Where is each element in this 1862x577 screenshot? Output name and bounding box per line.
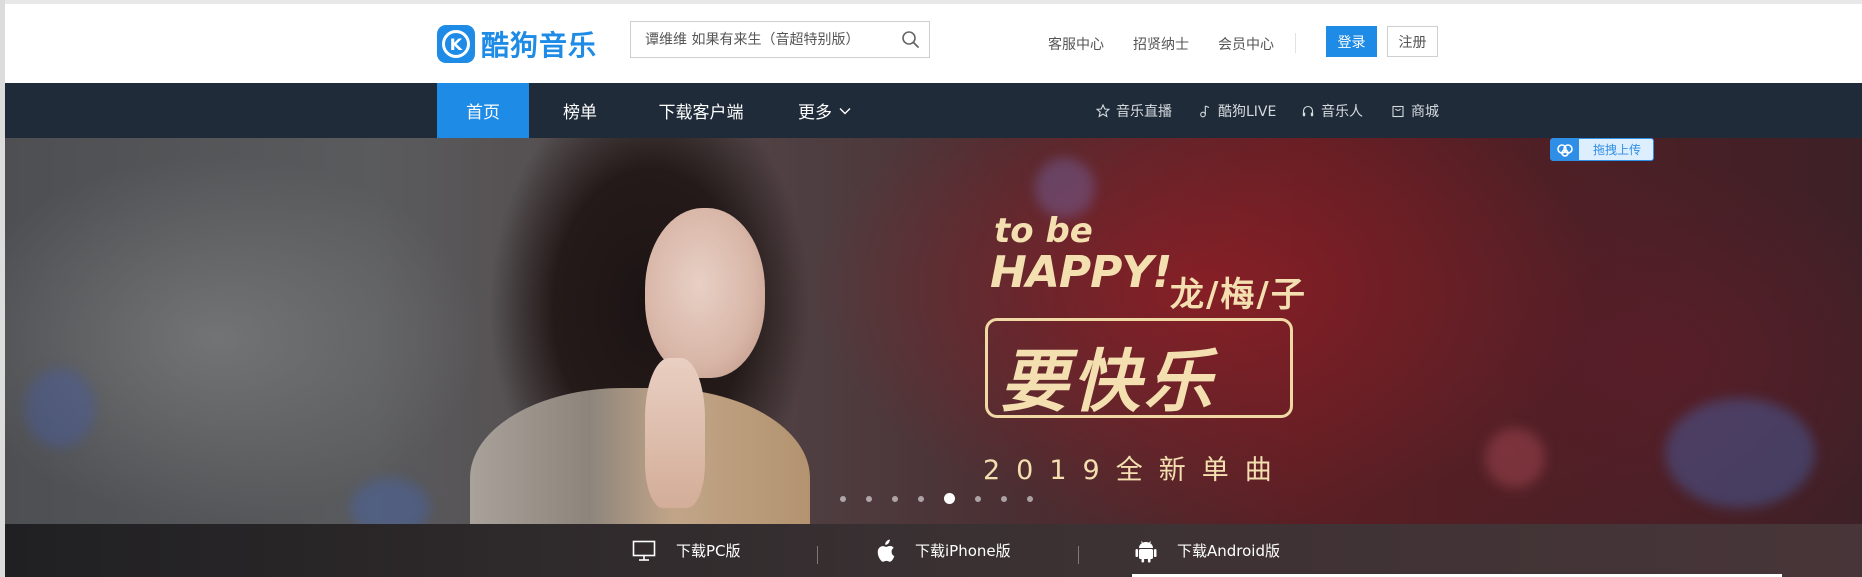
- drag-upload-button[interactable]: 拖拽上传: [1550, 138, 1654, 161]
- promo-title: 要快乐: [1000, 343, 1217, 422]
- banner-bokeh: [350, 478, 430, 524]
- tab-charts-label: 榜单: [563, 103, 597, 123]
- main-nav: 首页 榜单 下载客户端 更多 音乐直播 酷狗LIVE 音乐人 商城: [5, 83, 1862, 138]
- header-links: 客服中心 招贤纳士 会员中心: [1048, 34, 1303, 54]
- nav-link-kugou-live[interactable]: 酷狗LIVE: [1198, 83, 1276, 138]
- site-logo[interactable]: K 酷狗音乐: [437, 24, 597, 64]
- banner-bokeh: [1665, 398, 1815, 508]
- nav-link-musicians-label: 音乐人: [1321, 103, 1363, 120]
- banner-promo-text: to be HAPPY! 龙/梅/子 要快乐 2019全新单曲: [980, 203, 1340, 486]
- search-button[interactable]: [899, 28, 923, 52]
- search-box: [630, 21, 930, 58]
- hero-banner[interactable]: to be HAPPY! 龙/梅/子 要快乐 2019全新单曲: [5, 138, 1862, 524]
- link-careers[interactable]: 招贤纳士: [1133, 34, 1189, 54]
- download-pc-button[interactable]: 下载PC版: [632, 524, 741, 577]
- chevron-down-icon: [839, 107, 851, 114]
- logo-text: 酷狗音乐: [481, 29, 598, 62]
- tab-download-client[interactable]: 下载客户端: [641, 83, 761, 138]
- banner-bokeh: [1485, 428, 1545, 488]
- download-divider: [1078, 546, 1079, 564]
- download-divider: [817, 546, 818, 564]
- site-header: K 酷狗音乐: [5, 4, 1862, 83]
- apple-icon: [877, 539, 895, 562]
- nav-link-live-music[interactable]: 音乐直播: [1096, 83, 1172, 138]
- register-button[interactable]: 注册: [1387, 26, 1438, 57]
- music-note-icon: [1200, 104, 1210, 117]
- link-customer-service[interactable]: 客服中心: [1048, 34, 1104, 54]
- kugou-logo-icon: K: [437, 25, 475, 63]
- nav-link-musicians[interactable]: 音乐人: [1301, 83, 1363, 138]
- download-pc-label: 下载PC版: [676, 542, 741, 560]
- tab-charts[interactable]: 榜单: [545, 83, 615, 138]
- logo-badge-letter: K: [442, 30, 470, 58]
- carousel-dot[interactable]: [840, 495, 846, 502]
- cloud-upload-icon: [1551, 139, 1579, 160]
- banner-artist-hands: [645, 358, 705, 508]
- carousel-dot[interactable]: [866, 495, 872, 502]
- download-bar: 下载PC版 下载iPhone版 下载Android版: [5, 524, 1862, 577]
- link-membership[interactable]: 会员中心: [1218, 34, 1274, 54]
- carousel-dot[interactable]: [944, 493, 955, 504]
- download-iphone-label: 下载iPhone版: [915, 542, 1011, 560]
- download-android-label: 下载Android版: [1177, 542, 1280, 560]
- search-icon: [902, 31, 919, 48]
- banner-bokeh: [25, 368, 95, 448]
- shop-icon: [1392, 105, 1404, 117]
- nav-link-shop[interactable]: 商城: [1391, 83, 1439, 138]
- promo-happy: HAPPY!: [990, 247, 1172, 298]
- download-iphone-button[interactable]: 下载iPhone版: [873, 524, 1011, 577]
- nav-link-shop-label: 商城: [1411, 103, 1439, 120]
- search-input[interactable]: [631, 22, 889, 57]
- tab-home-label: 首页: [466, 103, 500, 123]
- header-divider: [1295, 33, 1296, 53]
- star-icon: [1096, 103, 1110, 118]
- tab-more[interactable]: 更多: [790, 83, 860, 138]
- login-button[interactable]: 登录: [1326, 26, 1377, 57]
- carousel-dot[interactable]: [1027, 495, 1033, 502]
- monitor-icon: [632, 540, 656, 561]
- promo-tobe: to be: [994, 211, 1093, 251]
- tab-home[interactable]: 首页: [437, 83, 529, 138]
- tab-download-client-label: 下载客户端: [658, 103, 744, 123]
- tab-more-label: 更多: [798, 103, 832, 123]
- banner-artist-face: [645, 208, 765, 378]
- carousel-dot[interactable]: [892, 495, 898, 502]
- carousel-dots: [840, 493, 1033, 504]
- drag-upload-label: 拖拽上传: [1593, 143, 1642, 157]
- download-android-button[interactable]: 下载Android版: [1135, 524, 1280, 577]
- carousel-dot[interactable]: [975, 495, 981, 502]
- nav-link-kugou-live-label: 酷狗LIVE: [1218, 103, 1277, 120]
- carousel-dot[interactable]: [1001, 495, 1007, 502]
- carousel-dot[interactable]: [918, 495, 924, 502]
- promo-subtitle: 2019全新单曲: [983, 455, 1288, 486]
- window-left-edge: [0, 0, 5, 577]
- promo-artist: 龙/梅/子: [1170, 275, 1307, 315]
- headphones-icon: [1302, 105, 1314, 116]
- android-icon: [1135, 540, 1157, 562]
- nav-link-live-music-label: 音乐直播: [1116, 103, 1172, 120]
